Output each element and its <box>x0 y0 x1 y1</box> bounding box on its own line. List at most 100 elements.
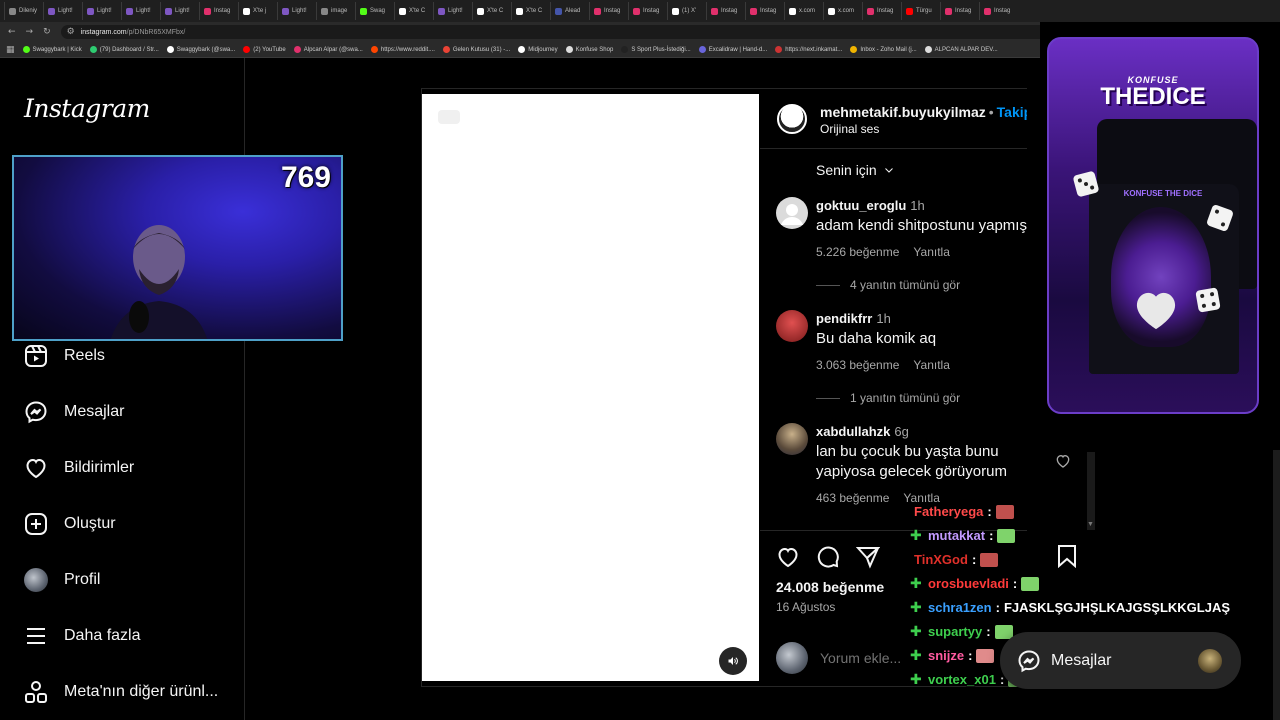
sidebar-item-meta-apps[interactable]: Meta'nın diğer ürünl... <box>24 680 218 704</box>
bookmark-item[interactable]: https://next.inkamat... <box>775 46 842 53</box>
browser-tab[interactable]: Instag <box>589 2 628 20</box>
bookmark-item[interactable]: Konfuse Shop <box>565 46 613 53</box>
bookmark-item[interactable]: (2) YouTube <box>243 46 286 53</box>
chat-username[interactable]: TinXGod <box>914 552 968 567</box>
browser-tab[interactable]: X'te j <box>238 2 277 20</box>
audio-label[interactable]: Orijinal ses <box>820 122 879 136</box>
browser-tab[interactable]: Light! <box>277 2 316 20</box>
browser-tab[interactable]: Light! <box>160 2 199 20</box>
browser-tab[interactable]: x.com <box>823 2 862 20</box>
sidebar-item-notifications[interactable]: Bildirimler <box>24 456 134 480</box>
author-avatar[interactable] <box>777 104 807 134</box>
comment-input[interactable]: Yorum ekle... <box>820 650 901 666</box>
bookmark-item[interactable]: Swaggybark (@swa... <box>166 46 235 53</box>
comment-username[interactable]: xabdullahzk <box>816 424 890 439</box>
bookmark-item[interactable]: Alpcan Alpar (@swa... <box>293 46 363 53</box>
author-username[interactable]: mehmetakif.buyukyilmaz <box>820 104 986 120</box>
chat-username[interactable]: snijze <box>928 648 964 663</box>
browser-tab[interactable]: x.com <box>784 2 823 20</box>
bookmark-item[interactable]: S Sport Plus-İstediği... <box>621 46 691 53</box>
chat-username[interactable]: schra1zen <box>928 600 992 615</box>
url-field[interactable]: ⚙ instagram.com/p/DNbR65XMFbx/ <box>60 25 1071 39</box>
browser-tab[interactable]: Swag <box>355 2 394 20</box>
browser-tab[interactable]: Instag <box>940 2 979 20</box>
comment-like-icon[interactable] <box>1055 453 1071 469</box>
browser-tab[interactable]: (1) X' <box>667 2 706 20</box>
back-icon[interactable]: ← <box>8 27 16 37</box>
bookmark-item[interactable]: Excalidraw | Hand-d... <box>698 46 767 53</box>
chat-username[interactable]: Fatheryega <box>914 504 983 519</box>
instagram-logo[interactable]: Instagram <box>24 94 150 123</box>
sidebar-item-label: Oluştur <box>64 515 116 532</box>
browser-tab[interactable]: Türgu <box>901 2 940 20</box>
apps-grid-icon[interactable]: ▦ <box>6 45 15 55</box>
ad-banner[interactable]: KONFUSE THEDICE KONFUSE THE DICE <box>1047 37 1259 414</box>
browser-tab[interactable]: Dileniy <box>4 2 43 20</box>
bookmark-item[interactable]: Swaggybark | Kick <box>22 46 82 53</box>
browser-tab[interactable]: Instag <box>199 2 238 20</box>
chat-username[interactable]: supartyy <box>928 624 982 639</box>
emote-icon <box>997 528 1016 543</box>
url-host: instagram.com <box>80 28 127 36</box>
sidebar-item-messages[interactable]: Mesajlar <box>24 400 124 424</box>
comment-time: 1h <box>910 198 925 213</box>
comment-sort-dropdown[interactable]: Senin için <box>816 162 895 178</box>
bookmark-item[interactable]: ALPCAN ALPAR DEV... <box>924 46 998 53</box>
post-media[interactable] <box>422 94 759 681</box>
reply-button[interactable]: Yanıtla <box>903 491 939 505</box>
mute-button[interactable] <box>719 647 747 675</box>
bookmark-item[interactable]: Midjourney <box>518 46 558 53</box>
bookmark-item[interactable]: https://www.reddit.... <box>370 46 435 53</box>
browser-tab[interactable]: Light! <box>82 2 121 20</box>
page-scrollbar[interactable] <box>1273 450 1280 720</box>
bookmark-item[interactable]: Gelen Kutusu (31) -... <box>442 46 510 53</box>
reload-icon[interactable]: ↻ <box>43 27 51 37</box>
bookmark-item[interactable]: (79) Dashboard / Str... <box>89 46 159 53</box>
comment-likes[interactable]: 463 beğenme <box>816 491 889 505</box>
messages-floating-button[interactable]: Mesajlar <box>1000 632 1241 689</box>
sidebar-item-reels[interactable]: Reels <box>24 344 105 368</box>
follow-button[interactable]: Takip <box>997 104 1027 120</box>
browser-tab[interactable]: image <box>316 2 355 20</box>
view-replies-button[interactable]: 4 yanıtın tümünü gör <box>816 278 960 292</box>
comment-icon[interactable] <box>816 545 840 569</box>
browser-tab[interactable]: Alead <box>550 2 589 20</box>
forward-icon[interactable]: → <box>26 27 34 37</box>
browser-tab[interactable]: X'te C <box>394 2 433 20</box>
browser-tab[interactable]: Instag <box>979 2 1018 20</box>
sidebar-item-more[interactable]: Daha fazla <box>24 624 141 648</box>
browser-tab[interactable]: Instag <box>706 2 745 20</box>
site-info-icon[interactable]: ⚙ <box>67 27 75 37</box>
browser-tab[interactable]: Instag <box>862 2 901 20</box>
chat-message: ✚ supartyy: <box>910 624 1013 639</box>
like-icon[interactable] <box>776 545 800 569</box>
comment-username[interactable]: pendikfrr <box>816 311 872 326</box>
browser-tab[interactable]: Light! <box>121 2 160 20</box>
browser-tab[interactable]: Instag <box>745 2 784 20</box>
tab-favicon-icon <box>477 7 484 15</box>
comment-likes[interactable]: 5.226 beğenme <box>816 245 899 259</box>
chat-username[interactable]: orosbuevladi <box>928 576 1009 591</box>
sidebar-item-create[interactable]: Oluştur <box>24 512 116 536</box>
chat-username[interactable]: mutakkat <box>928 528 985 543</box>
bookmark-item[interactable]: Inbox - Zoho Mail (j... <box>850 46 917 53</box>
tab-favicon-icon <box>555 7 562 15</box>
browser-tab[interactable]: Instag <box>628 2 667 20</box>
comment-username[interactable]: goktuu_eroglu <box>816 198 906 213</box>
browser-tab[interactable]: Light! <box>43 2 82 20</box>
browser-tab[interactable]: X'te C <box>472 2 511 20</box>
view-replies-button[interactable]: 1 yanıtın tümünü gör <box>816 391 960 405</box>
tab-favicon-icon <box>906 7 913 15</box>
reply-button[interactable]: Yanıtla <box>913 245 949 259</box>
share-icon[interactable] <box>856 545 880 569</box>
sidebar-item-profile[interactable]: Profil <box>24 568 100 592</box>
commenter-avatar[interactable] <box>776 310 808 342</box>
browser-tab[interactable]: X'te C <box>511 2 550 20</box>
comment-likes[interactable]: 3.063 beğenme <box>816 358 899 372</box>
commenter-avatar[interactable] <box>776 197 808 229</box>
commenter-avatar[interactable] <box>776 423 808 455</box>
reply-button[interactable]: Yanıtla <box>913 358 949 372</box>
chat-username[interactable]: vortex_x01 <box>928 672 996 687</box>
likes-count[interactable]: 24.008 beğenme <box>776 579 884 595</box>
browser-tab[interactable]: Light! <box>433 2 472 20</box>
